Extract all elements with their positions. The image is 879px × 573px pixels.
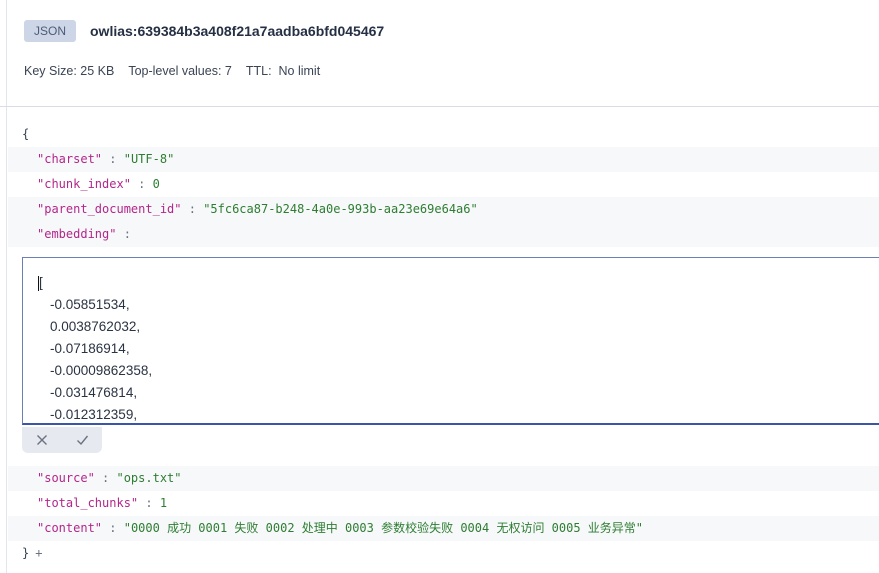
json-key: "charset"	[37, 152, 103, 166]
json-key: "parent_document_id"	[37, 202, 182, 216]
close-icon	[37, 435, 47, 445]
json-value[interactable]: 1	[160, 496, 167, 510]
json-open-brace: {	[22, 127, 30, 141]
top-level-values: Top-level values: 7	[128, 64, 232, 78]
json-value[interactable]: "ops.txt"	[116, 471, 181, 485]
json-value[interactable]: "0000 成功 0001 失败 0002 处理中 0003 参数校验失败 00…	[124, 521, 643, 535]
editor-line: -0.00009862358,	[50, 363, 153, 378]
json-key: "source"	[37, 471, 95, 485]
editor-line: [	[38, 275, 43, 291]
editor-line: -0.012312359,	[50, 407, 138, 422]
json-key: "content"	[37, 521, 103, 535]
json-row[interactable]: "charset" : "UTF-8"	[8, 147, 879, 172]
editor-line: -0.031476814,	[50, 385, 138, 400]
json-row[interactable]: "content" : "0000 成功 0001 失败 0002 处理中 00…	[8, 516, 879, 541]
confirm-button[interactable]	[70, 429, 94, 451]
key-name: owlias:639384b3a408f21a7aadba6bfd045467	[90, 23, 385, 39]
ttl-value[interactable]: No limit	[279, 64, 321, 78]
ttl: TTL: No limit	[246, 64, 320, 78]
json-close-brace: } +	[22, 546, 43, 560]
cancel-button[interactable]	[30, 429, 54, 451]
key-size: Key Size: 25 KB	[24, 64, 115, 78]
type-badge: JSON	[24, 20, 77, 42]
editor-line: -0.07186914,	[50, 341, 130, 356]
json-row[interactable]: "source" : "ops.txt"	[8, 466, 879, 491]
json-row[interactable]: "total_chunks" : 1	[8, 491, 879, 516]
check-icon	[76, 435, 88, 446]
editor-line: -0.05851534,	[50, 297, 130, 312]
ttl-label: TTL:	[245, 64, 272, 78]
key-header: JSON owlias:639384b3a408f21a7aadba6bfd04…	[0, 0, 879, 107]
json-key: "chunk_index"	[37, 177, 131, 191]
json-row[interactable]: "embedding" :	[8, 222, 879, 247]
editor-actions	[22, 427, 102, 453]
editor-line: 0.0038762032,	[50, 319, 141, 334]
embedding-editor[interactable]: [ -0.05851534, 0.0038762032, -0.07186914…	[22, 257, 879, 425]
json-value[interactable]: 0	[153, 177, 160, 191]
json-key: "embedding"	[37, 227, 117, 241]
json-row[interactable]: "chunk_index" : 0	[8, 172, 879, 197]
key-meta: Key Size: 25 KB Top-level values: 7 TTL:…	[24, 64, 320, 78]
json-value[interactable]: "UTF-8"	[124, 152, 175, 166]
json-value[interactable]: "5fc6ca87-b248-4a0e-993b-aa23e69e64a6"	[203, 202, 478, 216]
add-field-button[interactable]: +	[35, 546, 42, 560]
json-key: "total_chunks"	[37, 496, 139, 510]
json-row[interactable]: "parent_document_id" : "5fc6ca87-b248-4a…	[8, 197, 879, 222]
